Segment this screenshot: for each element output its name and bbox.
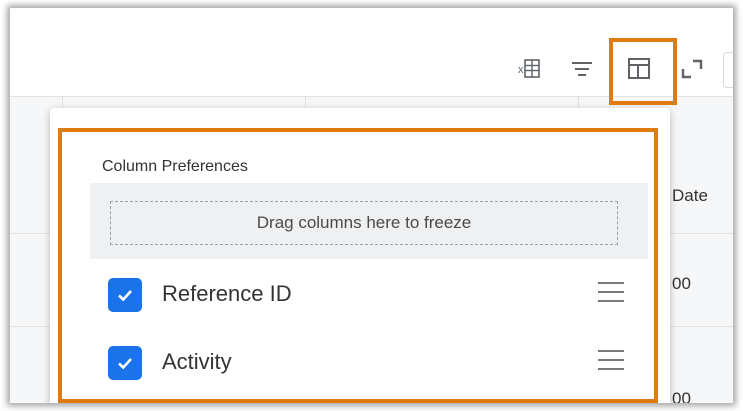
excel-export-icon[interactable]: x: [515, 56, 545, 82]
fullscreen-icon[interactable]: [678, 56, 706, 82]
app-window: x Date 00 00 Column Preferences Drag col…: [10, 8, 733, 403]
column-preferences-panel-highlight: [58, 128, 658, 403]
search-box-edge[interactable]: [723, 52, 733, 88]
table-cell: 00: [672, 274, 691, 293]
column-header-date[interactable]: Date: [672, 186, 708, 206]
filter-icon[interactable]: [567, 56, 597, 82]
column-preferences-button-highlight: [609, 38, 677, 105]
table-cell: 00: [672, 389, 691, 403]
svg-text:x: x: [518, 64, 524, 76]
screenshot-frame: x Date 00 00 Column Preferences Drag col…: [0, 0, 743, 411]
